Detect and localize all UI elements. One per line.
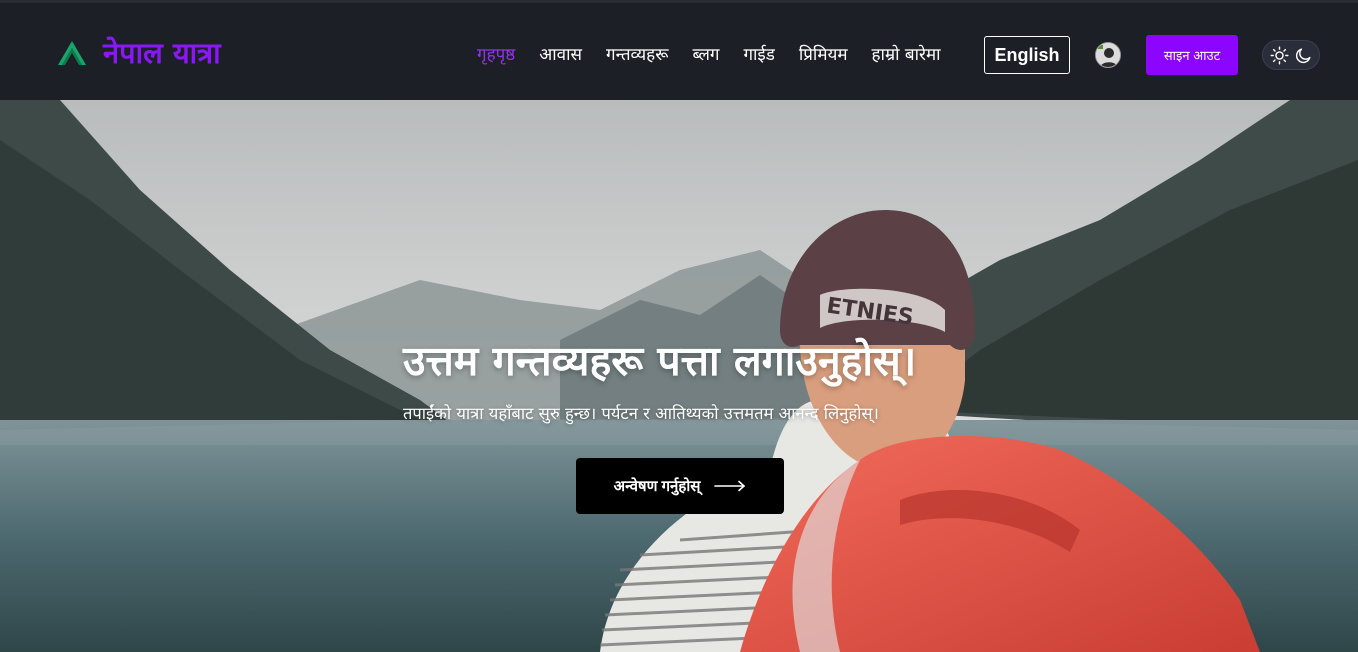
sign-out-button[interactable]: साइन आउट <box>1146 35 1238 75</box>
explore-button-label: अन्वेषण गर्नुहोस् <box>613 478 701 495</box>
nav-item-blog[interactable]: ब्लग <box>692 43 719 67</box>
nav-item-destinations[interactable]: गन्तव्यहरू <box>606 43 668 67</box>
sun-icon[interactable] <box>1269 45 1289 65</box>
explore-button[interactable]: अन्वेषण गर्नुहोस् <box>576 458 784 514</box>
hero-title: उत्तम गन्तव्यहरू पत्ता लगाउनुहोस्। <box>403 337 917 385</box>
brand-logo[interactable]: नेपाल यात्रा <box>57 36 221 70</box>
top-navbar: नेपाल यात्रा गृहपृष्ठ आवास गन्तव्यहरू ब्… <box>0 0 1358 100</box>
nav-item-guide[interactable]: गाईड <box>743 43 774 67</box>
hero-section: ETNIES उत्तम गन्तव्यहरू पत्ता लगाउनुहोस्… <box>0 100 1358 652</box>
nav-item-premium[interactable]: प्रिमियम <box>799 43 848 67</box>
moon-icon[interactable] <box>1294 46 1313 65</box>
language-button[interactable]: English <box>984 36 1070 74</box>
theme-toggle[interactable] <box>1262 40 1320 70</box>
brand-name: नेपाल यात्रा <box>103 36 221 70</box>
avatar[interactable] <box>1095 42 1121 68</box>
avatar-image <box>1096 43 1120 67</box>
hero-subtitle: तपाईंको यात्रा यहाँबाट सुरु हुन्छ। पर्यट… <box>403 404 879 423</box>
arrow-right-icon <box>714 480 746 492</box>
main-nav: गृहपृष्ठ आवास गन्तव्यहरू ब्लग गाईड प्रिम… <box>477 43 965 67</box>
mountain-logo-icon <box>58 41 86 65</box>
nav-item-about[interactable]: हाम्रो बारेमा <box>872 43 941 67</box>
nav-item-home[interactable]: गृहपृष्ठ <box>477 43 515 67</box>
nav-item-accommodation[interactable]: आवास <box>539 43 582 67</box>
